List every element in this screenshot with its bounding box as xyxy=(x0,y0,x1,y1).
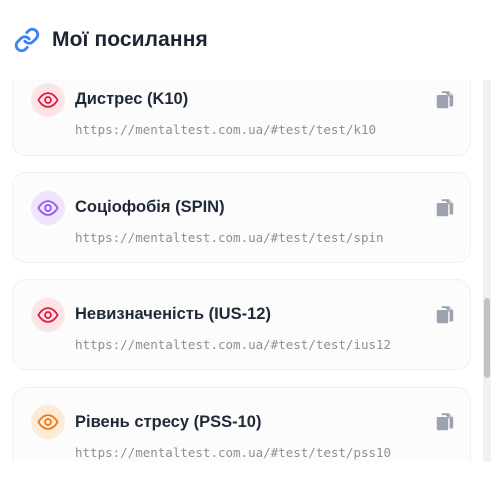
header: Мої посилання xyxy=(0,0,503,80)
copy-icon[interactable] xyxy=(433,196,457,220)
link-card[interactable]: Дистрес (K10) https://mentaltest.com.ua/… xyxy=(12,80,471,156)
scrollbar-track[interactable] xyxy=(483,80,491,462)
copy-icon[interactable] xyxy=(433,303,457,327)
scrollbar-thumb[interactable] xyxy=(484,298,490,378)
link-card[interactable]: Невизначеність (IUS-12) https://mentalte… xyxy=(12,279,471,370)
link-card[interactable]: Соціофобія (SPIN) https://mentaltest.com… xyxy=(12,172,471,263)
eye-icon xyxy=(31,405,65,439)
bottom-edge xyxy=(0,462,503,482)
copy-icon[interactable] xyxy=(433,88,457,112)
link-name: Рівень стресу (PSS-10) xyxy=(75,413,262,431)
links-list: Дистрес (K10) https://mentaltest.com.ua/… xyxy=(0,80,503,462)
link-name: Дистрес (K10) xyxy=(75,90,189,108)
page-title: Мої посилання xyxy=(52,28,208,51)
link-url[interactable]: https://mentaltest.com.ua/#test/test/ius… xyxy=(75,337,391,352)
eye-icon xyxy=(31,298,65,332)
link-name: Соціофобія (SPIN) xyxy=(75,198,225,216)
eye-icon xyxy=(31,191,65,225)
link-card[interactable]: Рівень стресу (PSS-10) https://mentaltes… xyxy=(12,387,471,462)
link-url[interactable]: https://mentaltest.com.ua/#test/test/pss… xyxy=(75,445,391,460)
link-name: Невизначеність (IUS-12) xyxy=(75,305,271,323)
link-url[interactable]: https://mentaltest.com.ua/#test/test/k10 xyxy=(75,122,376,137)
link-url[interactable]: https://mentaltest.com.ua/#test/test/spi… xyxy=(75,230,384,245)
eye-icon xyxy=(31,83,65,117)
copy-icon[interactable] xyxy=(433,410,457,434)
link-icon xyxy=(14,27,40,53)
